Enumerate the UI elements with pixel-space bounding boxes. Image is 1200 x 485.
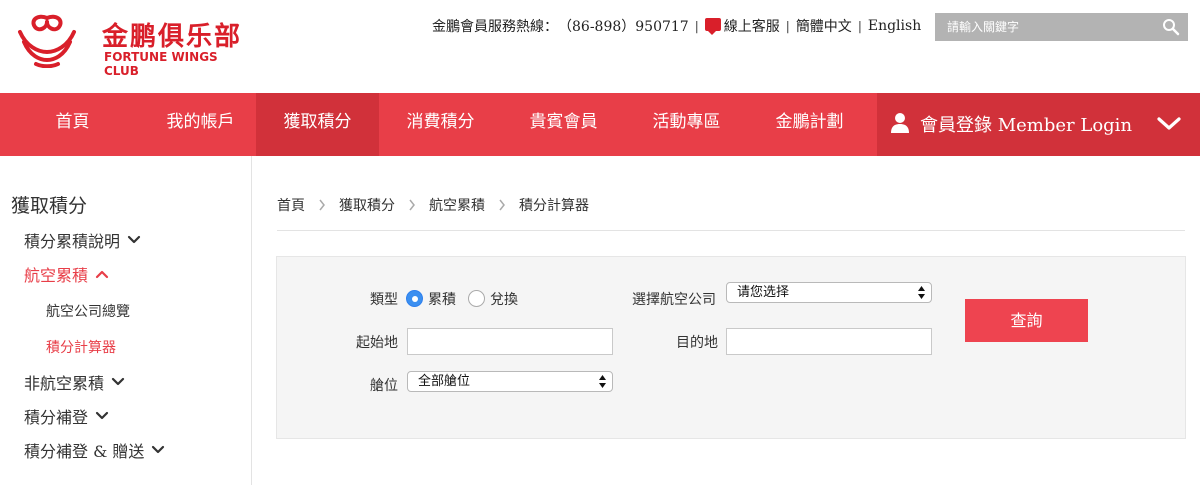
- chevron-down-icon: [127, 235, 141, 244]
- chevron-right-icon: [409, 199, 415, 211]
- header-links: 金鵬會員服務熱線： （86-898）950717 | 線上客服 | 簡體中文 |…: [432, 16, 921, 36]
- sidebar: 獲取積分 積分累積說明 航空累積 航空公司總覽 積分計算器 非航空累積 積分補登…: [0, 156, 252, 485]
- airline-select[interactable]: 请您选择: [726, 282, 932, 303]
- airline-label: 選擇航空公司: [632, 292, 716, 308]
- chevron-down-icon: [152, 445, 165, 454]
- member-login-button[interactable]: 會員登錄 Member Login: [877, 93, 1200, 156]
- destination-input[interactable]: [726, 328, 932, 355]
- query-button[interactable]: 查詢: [965, 299, 1088, 342]
- chevron-right-icon: [319, 199, 325, 211]
- sidebar-item-air-accrual[interactable]: 航空累積: [24, 262, 109, 286]
- nav-item-home[interactable]: 首頁: [0, 93, 145, 156]
- online-service-label: 線上客服: [723, 19, 780, 35]
- origin-label: 起始地: [356, 335, 398, 351]
- type-label: 類型: [370, 292, 398, 308]
- breadcrumb-item-current: 積分計算器: [519, 198, 589, 214]
- user-icon: [891, 113, 909, 133]
- magnifier-icon[interactable]: [1162, 18, 1180, 36]
- origin-input[interactable]: [407, 328, 613, 355]
- sidebar-subitem-points-calculator[interactable]: 積分計算器: [46, 337, 116, 357]
- radio-redeem[interactable]: [468, 290, 485, 307]
- sidebar-title: 獲取積分: [11, 195, 88, 217]
- divider: [277, 230, 1185, 231]
- nav-item-redeem-points[interactable]: 消費積分: [379, 93, 502, 156]
- member-login-label: 會員登錄 Member Login: [920, 115, 1133, 136]
- chevron-right-icon: [499, 199, 505, 211]
- chevron-down-icon[interactable]: [1157, 117, 1181, 131]
- select-arrows-icon: [918, 286, 925, 299]
- site-header: 金鹏俱乐部 FORTUNE WINGS CLUB 金鵬會員服務熱線： （86-8…: [0, 0, 1200, 93]
- brand-name-en: FORTUNE WINGS CLUB: [104, 50, 218, 78]
- cabin-select-value: 全部艙位: [418, 374, 471, 389]
- search-box: [935, 13, 1188, 41]
- airline-select-value: 请您选择: [737, 285, 790, 300]
- breadcrumb: 首頁 獲取積分 航空累積 積分計算器: [277, 195, 589, 215]
- sidebar-item-label: 非航空累積: [24, 374, 105, 393]
- sidebar-item-label: 航空累積: [24, 266, 89, 285]
- chevron-down-icon: [111, 377, 125, 386]
- chat-bubble-icon: [704, 17, 721, 35]
- sidebar-item-retro-claim-gift[interactable]: 積分補登 & 贈送: [24, 438, 165, 462]
- lang-en-link[interactable]: English: [868, 18, 921, 34]
- divider: |: [785, 19, 790, 33]
- fortune-wings-logo-icon: [18, 14, 76, 68]
- divider: |: [694, 19, 699, 33]
- nav-item-program[interactable]: 金鵬計劃: [748, 93, 871, 156]
- radio-accrue[interactable]: [406, 290, 423, 307]
- sidebar-item-label: 積分累積說明: [24, 232, 121, 251]
- sidebar-item-label: 積分補登 & 贈送: [24, 442, 145, 461]
- sidebar-item-non-air-accrual[interactable]: 非航空累積: [24, 370, 125, 394]
- radio-redeem-label[interactable]: 兌換: [490, 289, 518, 309]
- nav-item-vip[interactable]: 貴賓會員: [502, 93, 625, 156]
- destination-label: 目的地: [676, 335, 718, 351]
- sidebar-subitem-airlines-overview[interactable]: 航空公司總覽: [46, 301, 130, 321]
- breadcrumb-item[interactable]: 航空累積: [429, 195, 485, 215]
- hotline-label: 金鵬會員服務熱線：: [432, 19, 558, 35]
- chevron-down-icon: [95, 411, 109, 420]
- brand-logo[interactable]: 金鹏俱乐部 FORTUNE WINGS CLUB: [14, 12, 244, 78]
- search-input[interactable]: [935, 13, 1155, 41]
- lang-zh-link[interactable]: 簡體中文: [796, 16, 852, 36]
- nav-item-earn-points[interactable]: 獲取積分: [256, 93, 379, 156]
- select-arrows-icon: [599, 375, 606, 388]
- radio-accrue-label[interactable]: 累積: [428, 289, 456, 309]
- breadcrumb-item[interactable]: 獲取積分: [339, 195, 395, 215]
- nav-item-my-account[interactable]: 我的帳戶: [145, 93, 256, 156]
- chevron-up-icon: [95, 270, 109, 279]
- nav-item-promotions[interactable]: 活動專區: [625, 93, 748, 156]
- sidebar-item-accrual-info[interactable]: 積分累積說明: [24, 228, 141, 252]
- online-service-link[interactable]: 線上客服: [704, 16, 780, 36]
- main-nav: 首頁 我的帳戶 獲取積分 消費積分 貴賓會員 活動專區 金鵬計劃 會員登錄 Me…: [0, 93, 1200, 156]
- cabin-select[interactable]: 全部艙位: [407, 371, 613, 392]
- cabin-label: 艙位: [370, 378, 398, 394]
- sidebar-item-retro-claim[interactable]: 積分補登: [24, 404, 109, 428]
- divider: |: [857, 19, 862, 33]
- breadcrumb-item[interactable]: 首頁: [277, 195, 305, 215]
- sidebar-item-label: 積分補登: [24, 408, 89, 427]
- hotline-number: （86-898）950717: [558, 19, 689, 35]
- brand-name-cn: 金鹏俱乐部: [102, 22, 243, 52]
